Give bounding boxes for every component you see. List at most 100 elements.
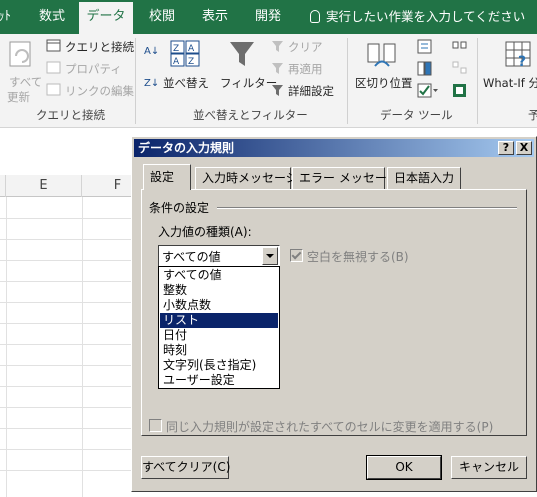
consolidate-icon (452, 41, 467, 49)
filter-button[interactable]: フィルター (220, 75, 277, 91)
svg-text:A: A (188, 44, 195, 54)
tab-ime-mode[interactable]: 日本語入力 (387, 167, 461, 189)
group-separator (477, 38, 478, 124)
list-item[interactable]: すべての値 (160, 268, 278, 283)
list-item-selected[interactable]: リスト (160, 313, 278, 328)
refresh-all-icon (9, 41, 31, 67)
group-label-sort-filter: 並べ替えとフィルター (193, 108, 308, 122)
svg-text:A: A (173, 57, 180, 67)
cancel-button[interactable]: キャンセル (451, 456, 527, 479)
gridline (0, 281, 140, 282)
close-button[interactable]: X (516, 141, 532, 155)
gridline (0, 239, 140, 240)
properties-button[interactable]: プロパティ (65, 61, 122, 77)
gridline (0, 302, 140, 303)
group-divider (217, 207, 517, 209)
what-if-button[interactable]: What-If 分 (483, 75, 537, 91)
gridline (0, 344, 140, 345)
sort-button[interactable]: 並べ替え (163, 75, 209, 91)
refresh-all-label-1[interactable]: すべて (9, 74, 42, 90)
svg-text:Z↓: Z↓ (144, 78, 159, 89)
lightbulb-icon (310, 10, 320, 23)
list-item[interactable]: 文字列(長さ指定) (160, 358, 278, 373)
what-if-icon: ? (505, 41, 531, 70)
ribbon-tab-bar: ｯﾄ 数式 データ 校閲 表示 開発 実行したい作業を入力してください (0, 0, 537, 34)
tab-view[interactable]: 表示 (202, 0, 228, 34)
clear-all-button[interactable]: すべてクリア(C) (141, 456, 230, 479)
gridline (0, 218, 140, 219)
edit-links-icon (46, 83, 61, 96)
tab-error-alert[interactable]: エラー メッセージ (292, 167, 399, 189)
group-label-forecast: 予 (528, 108, 537, 122)
gridline (0, 449, 140, 450)
gridline (0, 260, 140, 261)
svg-text:A↓: A↓ (144, 46, 159, 57)
text-to-columns-button[interactable]: 区切り位置 (355, 75, 413, 91)
tell-me-text: 実行したい作業を入力してください (326, 9, 526, 24)
reapply-icon (272, 63, 283, 74)
clear-filter-icon (272, 41, 283, 52)
edit-links-button[interactable]: リンクの編集 (65, 83, 134, 99)
help-button[interactable]: ? (498, 141, 514, 155)
advanced-button[interactable]: 詳細設定 (288, 83, 334, 99)
allow-select-value: すべての値 (162, 250, 221, 264)
gridline (6, 197, 7, 497)
allow-select[interactable]: すべての値 (158, 245, 280, 267)
tab-settings[interactable]: 設定 (143, 164, 191, 190)
allow-label: 入力値の種類(A): (158, 225, 252, 239)
sort-az-icon: A↓ Z↓ (144, 46, 159, 89)
relationships-icon (452, 61, 467, 74)
apply-all-checkbox[interactable] (149, 419, 162, 432)
list-item[interactable]: 時刻 (160, 343, 278, 358)
data-model-icon (453, 84, 466, 97)
dialog-title: データの入力規則 (138, 141, 235, 155)
apply-all-label: 同じ入力規則が設定されたすべてのセルに変更を適用する(P) (166, 420, 494, 434)
svg-text:Z: Z (188, 57, 194, 67)
text-to-columns-icon (367, 43, 396, 67)
advanced-filter-icon (272, 85, 283, 96)
group-label-data-tools: データ ツール (380, 108, 453, 122)
flash-fill-icon (417, 39, 432, 54)
group-separator (347, 38, 348, 124)
data-validation-dialog: データの入力規則 ? X 設定 入力時メッセージ エラー メッセージ 日本語入力… (131, 136, 537, 492)
tab-data[interactable]: データ (79, 2, 133, 34)
tab-review[interactable]: 校閲 (149, 0, 175, 34)
gridline (0, 428, 140, 429)
list-item[interactable]: 小数点数 (160, 298, 278, 313)
gridline (82, 197, 83, 497)
list-item[interactable]: 整数 (160, 283, 278, 298)
ok-button[interactable]: OK (366, 455, 442, 480)
tell-me-box[interactable]: 実行したい作業を入力してください (310, 0, 525, 34)
refresh-all-label-2[interactable]: 更新 (7, 89, 30, 105)
tab-input-message[interactable]: 入力時メッセージ (195, 167, 298, 189)
reapply-button[interactable]: 再適用 (288, 61, 323, 77)
filter-icon (230, 42, 254, 66)
gridline (0, 407, 140, 408)
remove-duplicates-icon (417, 61, 432, 76)
clear-button[interactable]: クリア (288, 39, 323, 55)
group-separator (135, 38, 136, 124)
dropdown-arrow-icon[interactable] (262, 247, 278, 265)
properties-icon (46, 61, 61, 74)
tab-formulas-partial[interactable]: ｯﾄ (0, 0, 11, 34)
queries-connections-button[interactable]: クエリと接続 (65, 39, 134, 55)
gridline (0, 470, 140, 471)
column-header-e[interactable]: E (6, 175, 82, 197)
queries-connections-icon (46, 39, 61, 52)
ignore-blank-checkbox[interactable] (290, 249, 303, 262)
group-label-queries: クエリと接続 (36, 108, 105, 122)
gridline (0, 365, 140, 366)
gridline (0, 386, 140, 387)
data-validation-icon (417, 83, 438, 98)
gridline (0, 323, 140, 324)
list-item[interactable]: 日付 (160, 328, 278, 343)
ribbon: すべて 更新 クエリと接続 プロパティ リンクの編集 クエリと接続 A↓ Z↓ … (0, 34, 537, 128)
svg-text:?: ? (518, 54, 526, 70)
section-title: 条件の設定 (149, 201, 210, 215)
tab-developer[interactable]: 開発 (255, 0, 281, 34)
allow-dropdown-list: すべての値 整数 小数点数 リスト 日付 時刻 文字列(長さ指定) ユーザー設定 (158, 266, 280, 389)
dialog-titlebar[interactable]: データの入力規則 ? X (134, 139, 534, 157)
list-item[interactable]: ユーザー設定 (160, 373, 278, 388)
ignore-blank-label: 空白を無視する(B) (307, 250, 409, 264)
tab-formulas[interactable]: 数式 (39, 0, 65, 34)
